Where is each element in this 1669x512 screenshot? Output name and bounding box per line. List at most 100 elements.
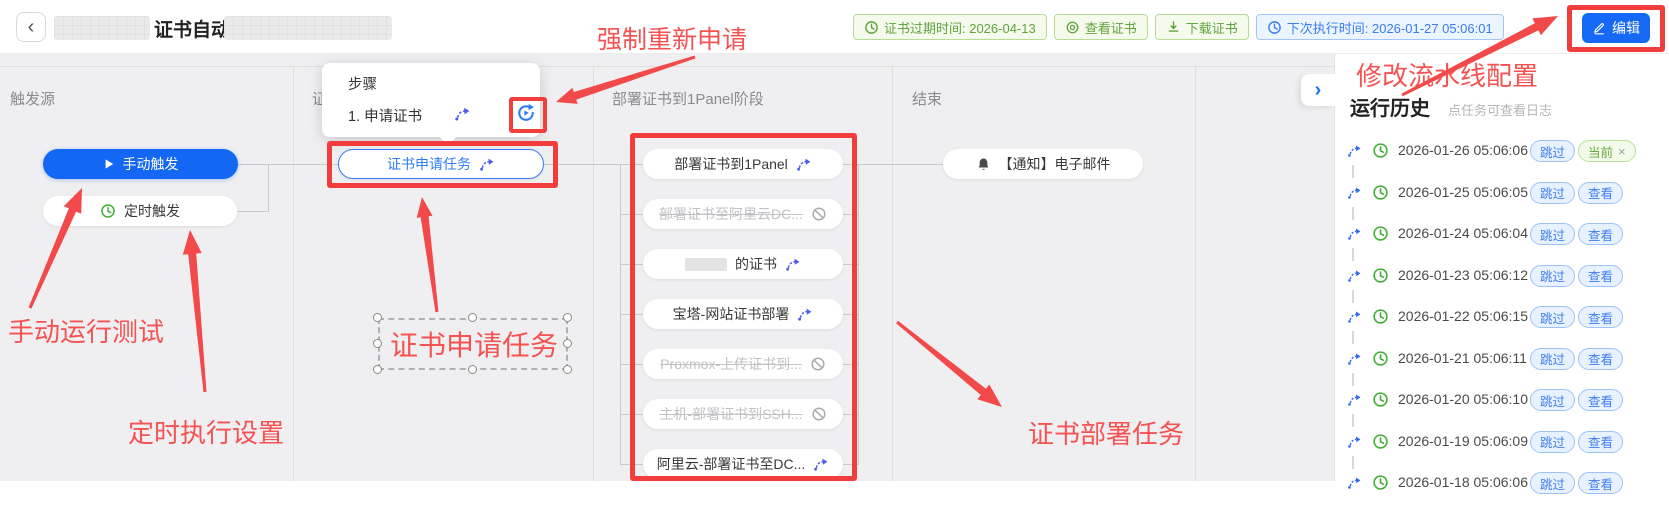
- deploy-task-node[interactable]: 主机-部署证书到SSH...: [643, 399, 843, 429]
- back-button[interactable]: ‹: [16, 12, 46, 42]
- connector-line: [620, 414, 643, 415]
- page-title: 证书自动: [154, 15, 230, 42]
- notify-email-label: 【通知】电子邮件: [999, 154, 1111, 174]
- view-run-button[interactable]: 查看: [1578, 223, 1623, 245]
- deploy-task-node[interactable]: 宝塔-网站证书部署: [643, 299, 843, 329]
- chevron-right-icon: ›: [1315, 79, 1322, 102]
- history-row: 2026-01-23 05:06:12跳过查看: [1335, 264, 1669, 288]
- resize-handle: [563, 365, 572, 374]
- view-run-button[interactable]: 查看: [1578, 306, 1623, 328]
- skipped-status-icon: [1347, 185, 1362, 200]
- run-timestamp: 2026-01-18 05:06:06: [1398, 474, 1528, 490]
- connector-line: [843, 464, 858, 465]
- history-row: 2026-01-25 05:06:05跳过查看: [1335, 181, 1669, 205]
- rerun-step-icon[interactable]: [516, 103, 536, 123]
- timeline-segment: [1352, 248, 1354, 261]
- skip-status-badge: 跳过: [1530, 348, 1575, 370]
- download-cert-badge[interactable]: 下载证书: [1155, 14, 1249, 40]
- next-run-badge: 下次执行时间: 2026-01-27 05:06:01: [1256, 14, 1504, 40]
- connector-line: [843, 364, 858, 365]
- title-redacted-block: [224, 16, 392, 40]
- redacted-block: [685, 258, 727, 271]
- annotation-cert-deploy: 证书部署任务: [1028, 414, 1184, 451]
- manual-trigger-node[interactable]: 手动触发: [43, 149, 238, 179]
- close-icon[interactable]: ×: [1618, 144, 1626, 159]
- skipped-status-icon: [1347, 434, 1362, 449]
- skip-status-badge: 跳过: [1530, 182, 1575, 204]
- connector-line: [843, 314, 858, 315]
- annotation-text-editor-box: 证书申请任务: [378, 318, 568, 370]
- view-run-button[interactable]: 查看: [1578, 348, 1623, 370]
- bell-icon: [976, 157, 991, 172]
- run-timestamp: 2026-01-26 05:06:06: [1398, 142, 1528, 158]
- view-run-button[interactable]: 查看: [1578, 265, 1623, 287]
- clock-icon: [1372, 267, 1389, 284]
- skipped-status-icon: [1347, 226, 1362, 241]
- badge-label: 下载证书: [1186, 18, 1238, 37]
- skipped-status-icon: [796, 156, 812, 172]
- annotation-cert-apply: 证书申请任务: [390, 324, 558, 364]
- step-popup-step: 1. 申请证书: [348, 105, 422, 126]
- play-icon: [103, 158, 115, 170]
- column-separator: [0, 66, 1335, 67]
- history-row: 2026-01-21 05:06:11跳过查看: [1335, 347, 1669, 371]
- view-run-button[interactable]: 查看: [1578, 389, 1623, 411]
- view-run-button[interactable]: 查看: [1578, 431, 1623, 453]
- annotation-manual-run: 手动运行测试: [8, 312, 164, 349]
- connector-line: [620, 464, 643, 465]
- run-timestamp: 2026-01-22 05:06:15: [1398, 308, 1528, 324]
- deploy-task-label: 阿里云-部署证书至DC...: [657, 454, 806, 474]
- view-run-button[interactable]: 查看: [1578, 182, 1623, 204]
- connector-line: [843, 164, 858, 165]
- deploy-task-node[interactable]: 部署证书到1Panel: [643, 149, 843, 179]
- skipped-status-icon: [813, 456, 829, 472]
- column-title-end: 结束: [912, 88, 942, 109]
- connector-line: [620, 364, 643, 365]
- timer-trigger-label: 定时触发: [124, 201, 180, 221]
- clock-icon: [1372, 225, 1389, 242]
- run-timestamp: 2026-01-21 05:06:11: [1398, 350, 1527, 366]
- annotation-force-reapply: 强制重新申请: [597, 20, 747, 56]
- clock-icon: [1372, 391, 1389, 408]
- clock-icon: [1372, 474, 1389, 491]
- pencil-icon: [1592, 21, 1606, 35]
- view-run-button[interactable]: 查看: [1578, 472, 1623, 494]
- view-icon: [1065, 20, 1080, 35]
- timeline-segment: [1352, 207, 1354, 220]
- step-popup-title: 步骤: [348, 73, 377, 94]
- annotation-schedule: 定时执行设置: [128, 413, 284, 450]
- connector-line: [238, 211, 269, 212]
- badge-label: 下次执行时间: 2026-01-27 05:06:01: [1287, 18, 1493, 37]
- timer-trigger-node[interactable]: 定时触发: [43, 196, 237, 226]
- current-label: 当前: [1588, 142, 1613, 161]
- notify-email-node[interactable]: 【通知】电子邮件: [943, 149, 1143, 179]
- run-timestamp: 2026-01-23 05:06:12: [1398, 267, 1528, 283]
- column-separator: [892, 66, 893, 481]
- timeline-segment: [1352, 290, 1354, 303]
- skipped-status-icon[interactable]: [454, 105, 471, 122]
- deploy-task-label: Proxmox-上传证书到...: [660, 354, 802, 374]
- skip-status-badge: 跳过: [1530, 140, 1575, 162]
- deploy-task-node[interactable]: 部署证书至阿里云DC...: [643, 199, 843, 229]
- skipped-status-icon: [479, 156, 495, 172]
- column-separator: [593, 66, 594, 481]
- badge-label: 证书过期时间: 2026-04-13: [884, 18, 1036, 37]
- deploy-task-node[interactable]: 的证书: [643, 249, 843, 279]
- deploy-task-label: 的证书: [735, 254, 777, 274]
- connector-line: [858, 164, 943, 165]
- edit-pipeline-button[interactable]: 编辑: [1582, 13, 1650, 43]
- annotation-edit-pipeline: 修改流水线配置: [1356, 56, 1538, 93]
- cert-apply-task-label: 证书申请任务: [387, 154, 471, 174]
- connector-line: [544, 164, 620, 165]
- resize-handle: [373, 339, 382, 348]
- collapse-panel-button[interactable]: ›: [1301, 74, 1335, 106]
- history-title: 运行历史: [1350, 92, 1430, 121]
- deploy-task-node[interactable]: Proxmox-上传证书到...: [643, 349, 843, 379]
- skipped-status-icon: [1347, 309, 1362, 324]
- cert-apply-task-node[interactable]: 证书申请任务: [338, 149, 544, 179]
- deploy-task-node[interactable]: 阿里云-部署证书至DC...: [643, 449, 843, 479]
- view-cert-badge[interactable]: 查看证书: [1054, 14, 1148, 40]
- timeline-segment: [1352, 331, 1354, 344]
- top-bar: ‹ 证书自动 证书过期时间: 2026-04-13 查看证书 下载证书 下次执行…: [0, 0, 1669, 54]
- resize-handle: [563, 339, 572, 348]
